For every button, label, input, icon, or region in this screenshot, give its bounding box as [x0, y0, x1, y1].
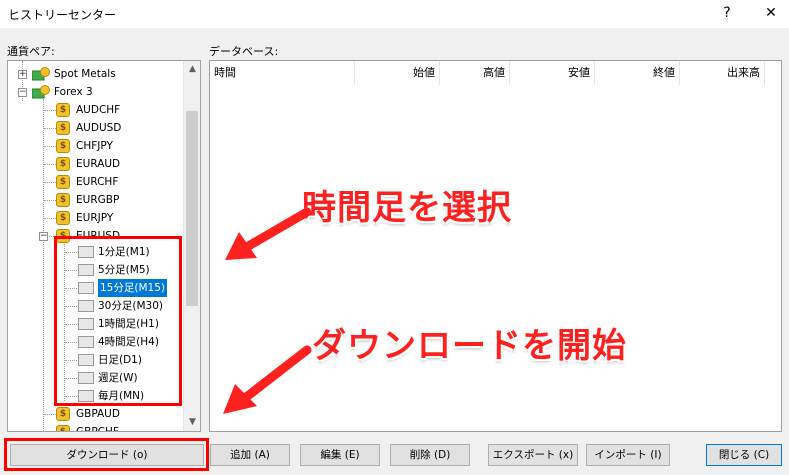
tree-symbol[interactable]: $ EURCHF — [8, 173, 184, 191]
edit-button[interactable]: 編集 (E) — [300, 444, 380, 466]
tree-symbol[interactable]: $ EURAUD — [8, 155, 184, 173]
tree-symbol-label: CHFJPY — [76, 140, 113, 152]
tree-symbol-label: EURCHF — [76, 176, 119, 188]
tree-expander-icon[interactable]: − — [18, 88, 27, 97]
import-button[interactable]: インポート (I) — [586, 444, 670, 466]
table-header-cell[interactable]: 高値 — [440, 61, 510, 85]
coin-icon: $ — [56, 407, 70, 421]
close-window-button[interactable]: ✕ — [760, 3, 782, 23]
tree-connector — [44, 218, 56, 219]
tree-symbol[interactable]: $ EURJPY — [8, 209, 184, 227]
delete-button[interactable]: 削除 (D) — [390, 444, 470, 466]
tree-symbol-label: GBPAUD — [76, 408, 120, 420]
table-header-cell[interactable]: 安値 — [510, 61, 595, 85]
tree-connector — [44, 182, 56, 183]
tree-symbol[interactable]: $ GBPAUD — [8, 405, 184, 423]
tree-group-label: Forex 3 — [54, 86, 93, 98]
tree-connector — [44, 110, 56, 111]
arrow-to-download-icon — [223, 345, 312, 414]
table-header-cell[interactable]: 出来高 — [680, 61, 765, 85]
download-highlight-box — [4, 438, 209, 471]
add-button[interactable]: 追加 (A) — [210, 444, 290, 466]
coin-icon: $ — [56, 425, 70, 431]
tree-symbol-label: EURGBP — [76, 194, 120, 206]
tree-group[interactable]: − Forex 3 — [8, 83, 184, 101]
tree-connector — [44, 414, 56, 415]
tree-symbol-label: AUDUSD — [76, 122, 122, 134]
tree-symbol-label: EURJPY — [76, 212, 114, 224]
scroll-up-icon[interactable]: ▲ — [184, 61, 200, 78]
tree-connector — [44, 128, 56, 129]
tree-symbol-label: AUDCHF — [76, 104, 121, 116]
window-title: ヒストリーセンター — [8, 8, 117, 22]
tree-symbol-label: EURAUD — [76, 158, 121, 170]
tree-symbol[interactable]: $ AUDCHF — [8, 101, 184, 119]
database-label: データベース: — [209, 45, 279, 58]
tree-connector — [44, 200, 56, 201]
coin-icon: $ — [56, 139, 70, 153]
tree-symbol[interactable]: $ AUDUSD — [8, 119, 184, 137]
tree-connector — [44, 146, 56, 147]
table-header-cell[interactable]: 時間 — [210, 61, 355, 85]
annotation-start-download: ダウンロードを開始 — [312, 326, 627, 366]
tree-expander-icon[interactable]: − — [39, 232, 48, 241]
annotation-select-timeframe: 時間足を選択 — [302, 188, 512, 228]
close-button[interactable]: 閉じる (C) — [706, 444, 782, 466]
table-header-cell[interactable]: 始値 — [355, 61, 440, 85]
tree-group[interactable]: + Spot Metals — [8, 65, 184, 83]
coin-icon: $ — [56, 121, 70, 135]
tree-symbol-label: GBPCHF — [76, 426, 119, 432]
tree-symbol[interactable]: $ CHFJPY — [8, 137, 184, 155]
coin-icon: $ — [56, 175, 70, 189]
tree-group-label: Spot Metals — [54, 68, 116, 80]
help-button[interactable]: ? — [716, 3, 738, 23]
periods-highlight-box — [54, 236, 182, 406]
coin-icon: $ — [56, 157, 70, 171]
tree-scrollbar[interactable]: ▲ ▼ — [183, 61, 200, 431]
coin-icon: $ — [56, 103, 70, 117]
coin-icon: $ — [56, 211, 70, 225]
folder-coins-icon — [31, 67, 52, 81]
scroll-thumb[interactable] — [186, 111, 198, 306]
export-button[interactable]: エクスポート (x) — [488, 444, 578, 466]
scroll-down-icon[interactable]: ▼ — [184, 414, 200, 431]
table-header-cell[interactable]: 終値 — [595, 61, 680, 85]
folder-coins-icon — [31, 85, 52, 99]
arrow-to-periods-icon — [225, 207, 312, 260]
tree-symbol[interactable]: $ EURGBP — [8, 191, 184, 209]
tree-connector — [44, 164, 56, 165]
pairs-label: 通貨ペア: — [7, 45, 55, 58]
title-bar — [0, 0, 789, 28]
tree-symbol[interactable]: $ GBPCHF — [8, 423, 184, 432]
tree-expander-icon[interactable]: + — [18, 70, 27, 79]
coin-icon: $ — [56, 193, 70, 207]
